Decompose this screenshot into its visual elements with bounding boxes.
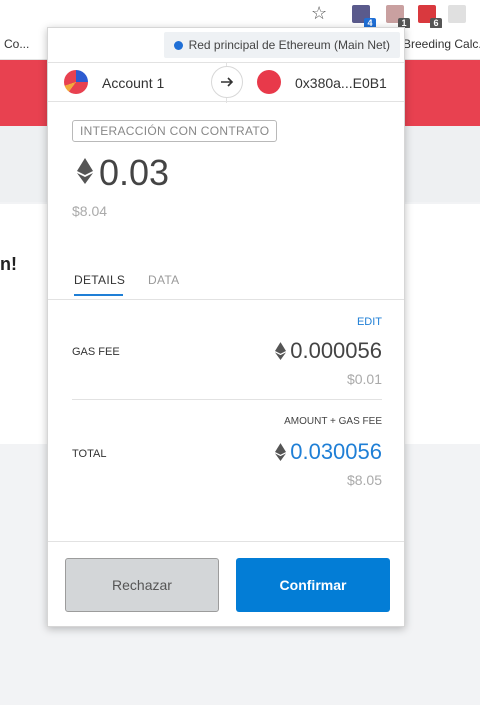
eth-icon [77, 158, 93, 189]
bookmark-breeding-calc[interactable]: Breeding Calc... [403, 37, 480, 51]
bookmark-star-icon[interactable]: ☆ [311, 3, 327, 24]
contract-interaction-badge: INTERACCIÓN CON CONTRATO [72, 120, 278, 142]
extension-icon-1[interactable]: 4 [352, 5, 376, 29]
eth-icon [275, 342, 287, 360]
sender-recipient-row: Account 1 0x380a...E0B1 [48, 62, 404, 103]
eth-icon [275, 443, 287, 461]
total-value: 0.030056 [290, 439, 382, 464]
network-indicator[interactable]: Red principal de Ethereum (Main Net) [163, 32, 400, 58]
recipient-avatar [257, 70, 281, 94]
confirm-transaction-popup: Red principal de Ethereum (Main Net) Acc… [47, 27, 405, 627]
gas-fee-value: 0.000056 [290, 338, 382, 363]
gas-fee-label: GAS FEE [72, 346, 120, 358]
total-section: AMOUNT + GAS FEE TOTAL 0.030056 $8.05 [72, 402, 382, 538]
bookmark-item[interactable]: Co... [4, 37, 29, 51]
transaction-amount: 0.03 [99, 152, 170, 193]
tab-details[interactable]: DETAILS [74, 273, 125, 287]
gas-fee-value-row: 0.000056 [275, 338, 382, 364]
network-name: Red principal de Ethereum (Main Net) [188, 38, 390, 52]
sender-account-name: Account 1 [102, 75, 165, 91]
network-status-dot-icon [173, 40, 183, 50]
total-label: TOTAL [72, 448, 107, 460]
browser-toolbar: ☆ 4 1 6 [0, 0, 480, 29]
gas-fee-section: EDIT GAS FEE 0.000056 $0.01 [72, 300, 382, 400]
page-heading-partial: n! [0, 254, 17, 274]
arrow-right-icon [211, 66, 243, 98]
tab-data[interactable]: DATA [148, 273, 179, 287]
edit-gas-link[interactable]: EDIT [357, 316, 382, 328]
recipient-address[interactable]: 0x380a...E0B1 [295, 75, 387, 91]
sender-avatar [64, 70, 88, 94]
total-value-row: 0.030056 [275, 439, 382, 465]
extension-icon-4[interactable] [448, 5, 466, 23]
reject-button[interactable]: Rechazar [65, 558, 219, 612]
detail-tabs: DETAILS DATA [48, 256, 404, 300]
total-caption: AMOUNT + GAS FEE [284, 416, 382, 427]
transaction-amount-fiat: $8.04 [72, 203, 108, 219]
extension-icon-3[interactable]: 6 [418, 5, 442, 29]
confirm-button[interactable]: Confirmar [236, 558, 390, 612]
network-row: Red principal de Ethereum (Main Net) [48, 28, 404, 62]
total-fiat: $8.05 [346, 472, 382, 488]
gas-fee-fiat: $0.01 [346, 371, 382, 387]
active-tab-indicator [74, 294, 123, 296]
action-footer: Rechazar Confirmar [48, 541, 404, 627]
metamask-extension-icon[interactable]: 1 [386, 5, 410, 29]
